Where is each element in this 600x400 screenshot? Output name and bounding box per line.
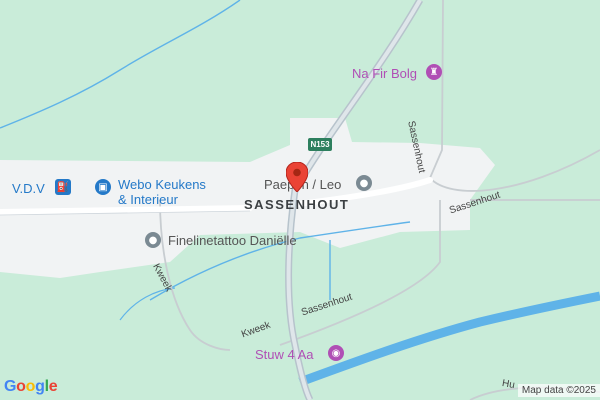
google-logo[interactable]: Google [4,378,58,396]
map-canvas[interactable]: N153 SASSENHOUT Na Fir Bolg ♜ Paepon / L… [0,0,600,400]
road-shield-n153: N153 [308,138,332,151]
poi-webo-label-line2[interactable]: & Interieur [118,192,178,207]
map-pin-icon[interactable] [286,162,308,192]
camera-icon[interactable]: ◉ [328,345,344,361]
attraction-icon[interactable]: ♜ [426,64,442,80]
poi-vdv-label[interactable]: V.D.V [12,181,45,196]
river-aa [298,291,600,387]
poi-stuw-label[interactable]: Stuw 4 Aa [255,347,314,362]
poi-fineline-label[interactable]: Finelinetattoo Daniëlle [168,233,297,248]
stream-small [119,287,176,321]
stream-nw [0,0,241,129]
poi-na-fir-bolg-label[interactable]: Na Fir Bolg [352,66,417,81]
place-icon[interactable]: ● [145,232,161,248]
road-label-hu: Hu [501,378,516,392]
shopping-bag-icon[interactable]: ▣ [95,179,111,195]
poi-webo-label-line1[interactable]: Webo Keukens [118,177,206,192]
gas-station-icon[interactable]: ⛽ [55,179,71,195]
map-attribution[interactable]: Map data ©2025 [517,384,600,397]
place-label-sassenhout[interactable]: SASSENHOUT [244,197,349,212]
place-icon[interactable]: ● [356,175,372,191]
